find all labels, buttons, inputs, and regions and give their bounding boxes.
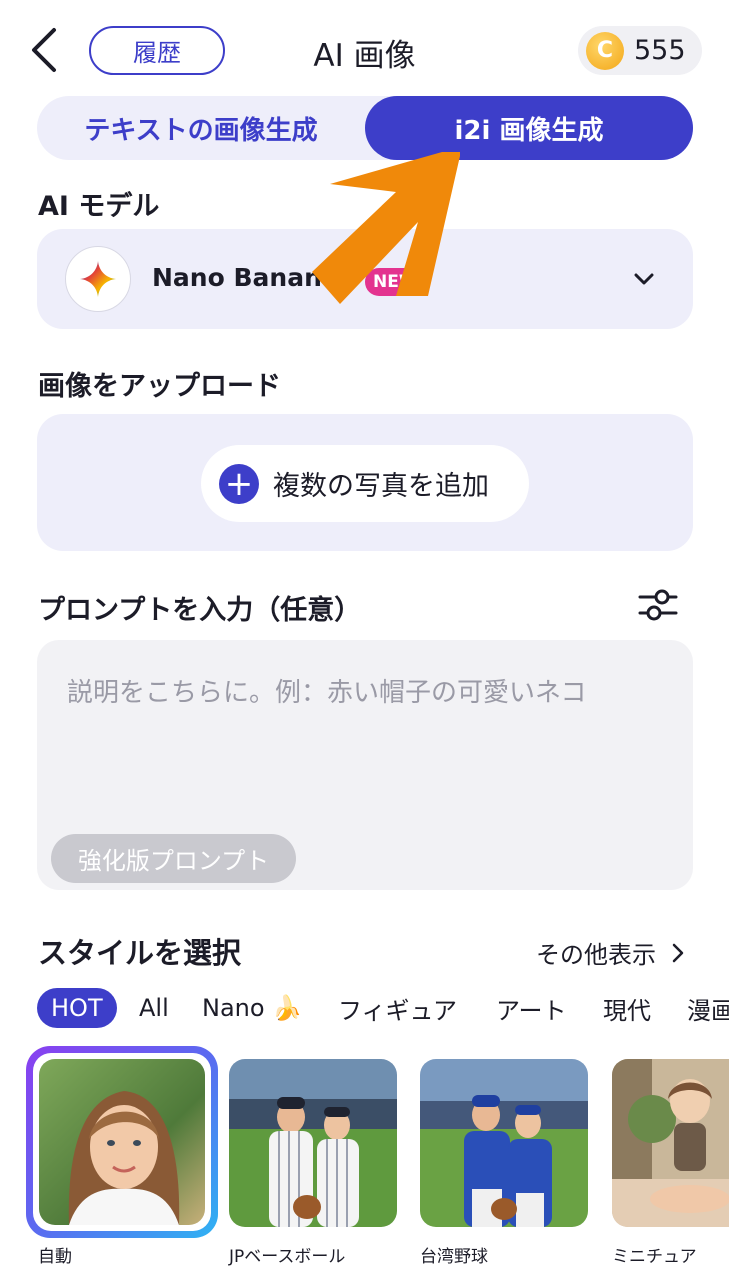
category-nano[interactable]: Nano 🍌 [202,988,302,1028]
style-thumbnail [420,1059,588,1227]
category-art[interactable]: アート [496,988,567,1028]
prompt-placeholder: 説明をこちらに。例：赤い帽子の可愛いネコ [67,678,587,708]
plus-icon: + [219,463,259,504]
style-cards: 自動 JPベースボール 台湾野球 ミニチュア [0,1046,729,1280]
chevron-down-icon [634,273,654,285]
coin-balance[interactable]: C 555 [578,26,702,75]
add-photos-label: 複数の写真を追加 [273,471,489,502]
gemini-sparkle-icon [80,261,116,297]
prompt-section-label: プロンプトを入力（任意） [38,595,362,626]
style-thumbnail [229,1059,397,1227]
category-manga[interactable]: 漫画 [687,988,729,1028]
enhance-prompt-button[interactable]: 強化版プロンプト [51,834,296,883]
upload-section-label: 画像をアップロード [38,371,281,402]
style-thumbnail [612,1059,729,1227]
style-card-label: 台湾野球 [420,1247,488,1267]
style-card-label: JPベースボール [229,1247,346,1267]
add-photos-button[interactable]: + 複数の写真を追加 [201,445,529,522]
style-section-label: スタイルを選択 [38,936,242,970]
model-avatar [65,246,131,312]
upload-area[interactable]: + 複数の写真を追加 [37,414,693,551]
show-more-link[interactable]: その他表示 [536,935,690,970]
coin-icon: C [586,31,624,70]
annotation-arrow-icon [312,152,460,304]
sliders-icon[interactable] [636,585,680,625]
category-hot[interactable]: HOT [37,988,117,1028]
style-thumbnail [39,1059,205,1225]
category-all[interactable]: All [139,988,169,1028]
style-card-label: 自動 [38,1247,72,1267]
model-section-label: AI モデル [38,191,160,222]
prompt-input[interactable]: 説明をこちらに。例：赤い帽子の可愛いネコ 強化版プロンプト [37,640,693,890]
coin-count: 555 [634,35,686,66]
category-modern[interactable]: 現代 [603,988,651,1028]
style-card-label: ミニチュア [612,1247,697,1267]
category-figure[interactable]: フィギュア [338,988,457,1028]
chevron-right-icon [672,943,684,962]
style-categories: HOT All Nano 🍌 フィギュア アート 現代 漫画 [37,988,729,1028]
show-more-label: その他表示 [536,941,656,969]
